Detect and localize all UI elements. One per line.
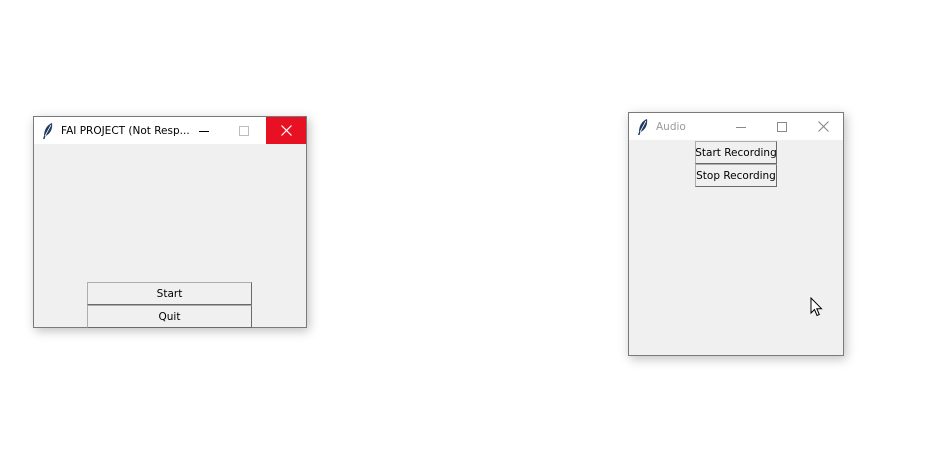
main-maximize-button[interactable] (224, 117, 264, 144)
audio-window-title: Audio (656, 120, 686, 133)
maximize-icon (777, 121, 787, 132)
main-window-titlebar[interactable]: FAI PROJECT (Not Resp... (34, 117, 306, 144)
main-window-title: FAI PROJECT (Not Resp... (61, 124, 190, 137)
start-button[interactable]: Start (87, 282, 252, 305)
minimize-icon (199, 130, 209, 132)
start-recording-button[interactable]: Start Recording (695, 141, 777, 164)
audio-window: Audio Start Recording Stop Recording (628, 112, 844, 356)
audio-window-titlebar[interactable]: Audio (629, 113, 843, 140)
minimize-icon (736, 126, 746, 128)
desktop: FAI PROJECT (Not Resp... Start Quit Audi… (0, 0, 925, 449)
feather-icon (636, 118, 650, 136)
main-window: FAI PROJECT (Not Resp... Start Quit (33, 116, 307, 328)
main-close-button[interactable] (266, 117, 306, 144)
mouse-cursor-icon (810, 297, 823, 317)
maximize-icon (239, 125, 249, 136)
quit-button[interactable]: Quit (87, 305, 252, 328)
main-minimize-button[interactable] (184, 117, 224, 144)
close-icon (280, 125, 292, 136)
stop-recording-button[interactable]: Stop Recording (695, 164, 777, 187)
feather-icon (41, 122, 55, 140)
audio-minimize-button[interactable] (721, 113, 761, 140)
audio-close-button[interactable] (803, 113, 843, 140)
close-icon (817, 121, 829, 132)
audio-maximize-button[interactable] (762, 113, 802, 140)
